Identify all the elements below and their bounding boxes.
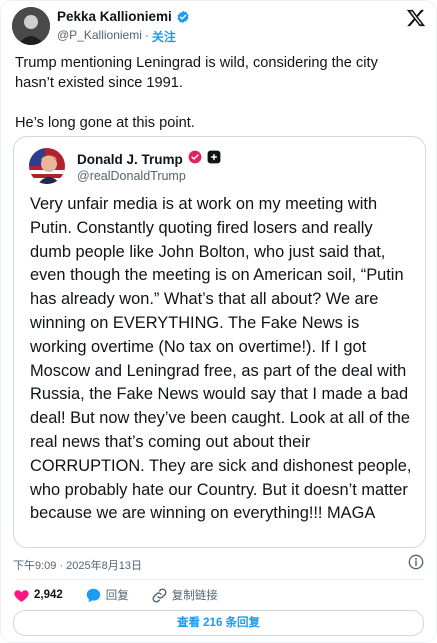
author-name-row: Pekka Kallioniemi	[57, 9, 190, 24]
tweet-paragraph-1: Trump mentioning Leningrad is wild, cons…	[15, 55, 378, 91]
verified-badge-icon	[176, 10, 190, 24]
quoted-name-row: Donald J. Trump	[77, 150, 221, 169]
quoted-author-avatar[interactable]	[29, 148, 65, 184]
quoted-post[interactable]: Donald J. Trump @realDonaldTrump Very un…	[13, 136, 426, 548]
quoted-handle[interactable]: @realDonaldTrump	[77, 169, 186, 183]
follow-button[interactable]: 关注	[152, 28, 176, 45]
reply-label: 回复	[105, 590, 129, 602]
like-count: 2,942	[34, 589, 63, 601]
author-avatar[interactable]	[12, 7, 50, 45]
tweet-text: Trump mentioning Leningrad is wild, cons…	[15, 53, 420, 133]
link-icon	[151, 587, 168, 604]
reply-bubble-icon	[85, 587, 102, 604]
tweet-paragraph-2: He’s long gone at this point.	[15, 115, 195, 131]
quoted-text: Very unfair media is at work on my meeti…	[30, 195, 412, 523]
heart-icon	[13, 587, 30, 604]
like-button[interactable]: 2,942	[13, 587, 63, 604]
reply-button[interactable]: 回复	[85, 587, 129, 604]
affiliation-badge-icon	[207, 150, 221, 169]
author-handle[interactable]: @P_Kallioniemi	[57, 28, 142, 45]
copy-link-button[interactable]: 复制链接	[151, 587, 218, 604]
separator-dot: ·	[144, 28, 149, 42]
author-display-name[interactable]: Pekka Kallioniemi	[57, 9, 172, 24]
pink-verified-badge-icon	[188, 150, 202, 169]
info-icon[interactable]	[408, 554, 424, 570]
author-handle-row: @P_Kallioniemi · 关注	[57, 28, 176, 45]
copy-link-label: 复制链接	[171, 590, 218, 602]
quoted-display-name[interactable]: Donald J. Trump	[77, 152, 183, 167]
tweet-card: Pekka Kallioniemi @P_Kallioniemi · 关注 Tr…	[0, 0, 437, 643]
post-timestamp[interactable]: 下午9:09 · 2025年8月13日	[13, 557, 142, 573]
x-logo-icon[interactable]	[406, 8, 426, 28]
divider	[13, 579, 424, 580]
action-bar: 2,942 回复 复制链接	[13, 585, 218, 605]
read-replies-button[interactable]: 查看 216 条回复	[13, 610, 424, 636]
